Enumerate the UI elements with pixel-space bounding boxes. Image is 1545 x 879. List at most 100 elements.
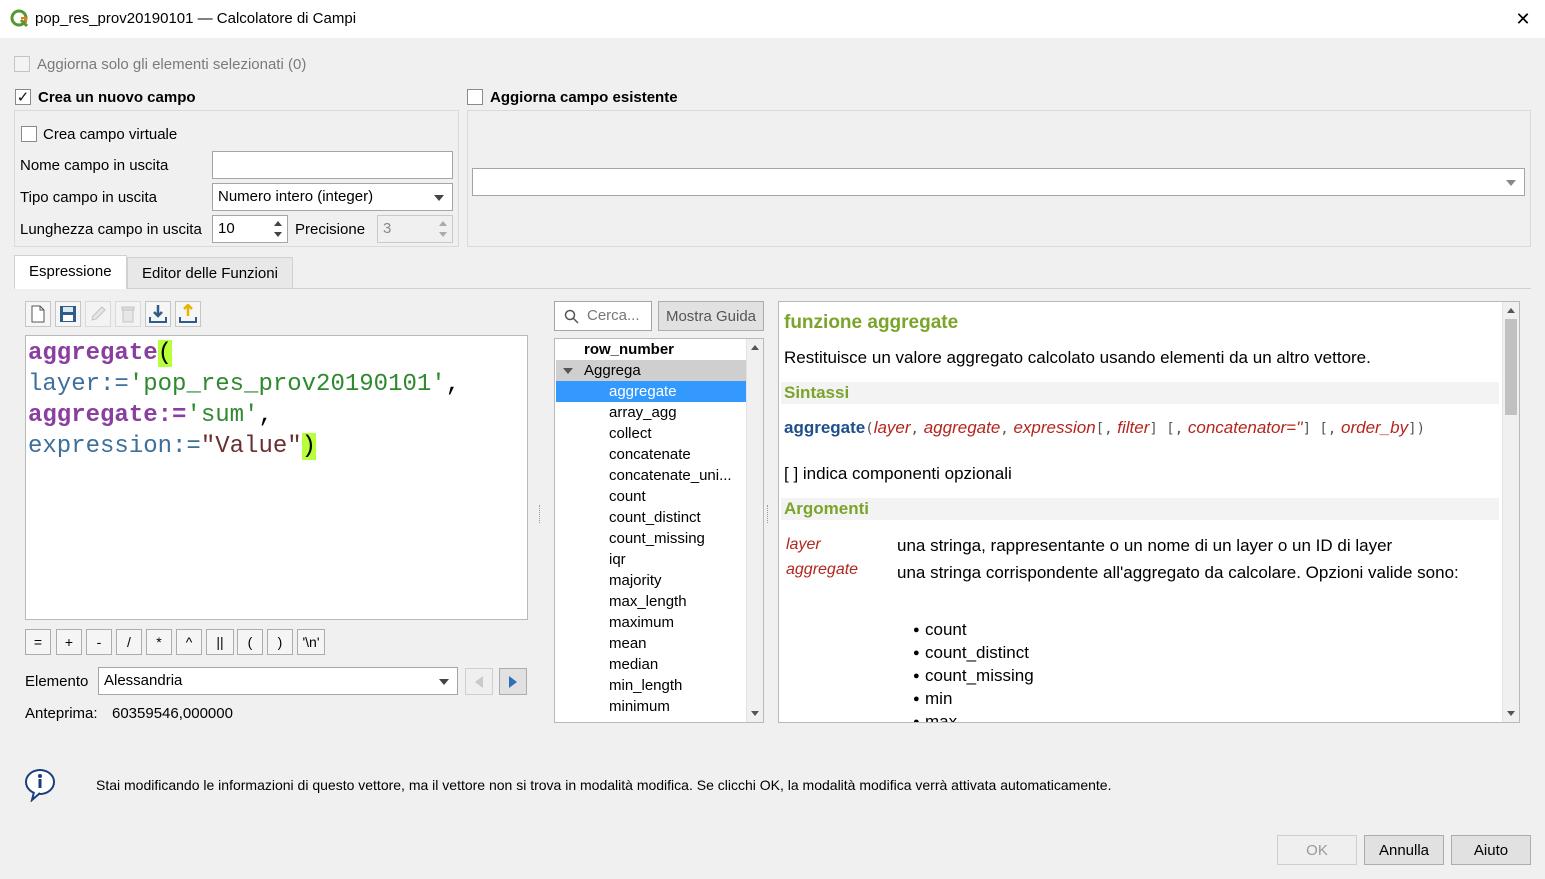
existing-field-select[interactable] [472,168,1525,196]
scroll-down-icon[interactable] [751,711,759,716]
tab-expression[interactable]: Espressione [14,255,127,289]
new-file-icon[interactable] [25,301,51,327]
output-length-spinbox[interactable]: 10 [212,215,288,243]
syntax-arg: aggregate [923,418,1001,437]
help-button[interactable]: Aiuto [1451,835,1531,865]
export-icon[interactable] [175,301,201,327]
splitter-handle[interactable] [539,505,542,523]
spin-up-icon[interactable] [436,218,450,229]
update-existing-checkbox[interactable] [467,89,483,105]
create-new-field-label: Crea un nuovo campo [38,89,196,106]
element-label: Elemento [25,673,89,690]
virtual-field-checkbox[interactable] [21,126,37,142]
expression-editor[interactable]: aggregate( layer:='pop_res_prov20190101'… [25,335,528,620]
update-existing-label: Aggiorna campo esistente [490,89,678,106]
tab-function-editor[interactable]: Editor delle Funzioni [127,257,293,288]
create-new-field-checkbox[interactable] [15,89,31,105]
chevron-down-icon [563,368,573,374]
delete-icon[interactable] [115,301,141,327]
operator-plus-button[interactable]: + [56,629,82,655]
tree-item[interactable]: min_length [556,675,747,696]
tree-item[interactable]: count_missing [556,528,747,549]
preview-value: 60359546,000000 [112,705,233,722]
spin-down-icon[interactable] [271,229,285,240]
operator-newline-button[interactable]: '\n' [297,629,325,655]
tree-scrollbar[interactable] [746,339,763,722]
precision-spinbox[interactable]: 3 [377,215,453,243]
syntax-punct: , [1000,421,1009,437]
syntax-arg: filter [1117,418,1150,437]
edit-icon[interactable] [85,301,111,327]
tree-item[interactable]: maximum [556,612,747,633]
tree-item[interactable]: count_distinct [556,507,747,528]
chevron-down-icon [1506,180,1516,186]
tree-item[interactable]: collect [556,423,747,444]
tree-item[interactable]: iqr [556,549,747,570]
spin-up-icon[interactable] [271,218,285,229]
tree-item[interactable]: concatenate_uni... [556,465,747,486]
expr-string: 'sum' [186,402,259,429]
next-feature-button[interactable] [499,668,527,695]
tree-group-aggrega[interactable]: Aggrega [556,360,747,381]
tree-item[interactable]: aggregate [556,381,747,402]
ok-button[interactable]: OK [1277,835,1357,865]
operator-multiply-button[interactable]: * [146,629,172,655]
element-value: Alessandria [104,672,183,689]
help-title: funzione aggregate [784,312,959,333]
info-icon [25,769,55,802]
tree-item[interactable]: majority [556,570,747,591]
scroll-down-icon[interactable] [1507,711,1515,716]
output-name-input[interactable] [212,151,453,179]
syntax-arg: expression [1013,418,1096,437]
chevron-down-icon [434,195,444,201]
syntax-punct: ] [, [1149,421,1184,437]
tree-item[interactable]: array_agg [556,402,747,423]
splitter-handle[interactable] [767,505,770,523]
operator-divide-button[interactable]: / [116,629,142,655]
expr-arg-layer: layer:= [28,371,129,398]
update-selected-checkbox[interactable] [14,56,30,72]
scrollbar-thumb[interactable] [1505,319,1517,415]
operator-close-paren-button[interactable]: ) [267,629,293,655]
tree-item[interactable]: minimum [556,696,747,717]
expr-arg-aggregate: aggregate:= [28,402,187,429]
help-scrollbar[interactable] [1502,302,1519,722]
tree-item[interactable]: concatenate [556,444,747,465]
tree-item[interactable]: median [556,654,747,675]
scroll-up-icon[interactable] [1507,308,1515,313]
expr-close-paren: ) [301,433,317,460]
function-search-input[interactable]: Cerca... [554,301,652,331]
tree-item[interactable]: count [556,486,747,507]
spin-down-icon[interactable] [436,229,450,240]
operator-equals-button[interactable]: = [25,629,51,655]
expr-function: aggregate [28,340,158,367]
import-icon[interactable] [145,301,171,327]
tree-item[interactable]: max_length [556,591,747,612]
info-message: Stai modificando le informazioni di ques… [96,777,1112,793]
arg-description: una stringa corrispondente all'aggregato… [897,563,1459,582]
window-title: pop_res_prov20190101 — Calcolatore di Ca… [35,10,357,27]
help-panel: funzione aggregate Restituisce un valore… [778,301,1520,723]
close-icon[interactable]: ✕ [1508,6,1538,32]
operator-power-button[interactable]: ^ [176,629,202,655]
function-tree[interactable]: row_number Aggrega aggregate array_agg col… [554,338,764,723]
output-type-select[interactable]: Numero intero (integer) [212,183,453,211]
save-icon[interactable] [55,301,81,327]
syntax-punct: [, [1095,421,1113,437]
operator-open-paren-button[interactable]: ( [237,629,263,655]
expr-comma: , [445,371,461,398]
show-help-button[interactable]: Mostra Guida [658,301,764,331]
cancel-button[interactable]: Annulla [1364,835,1444,865]
syntax-punct: ]) [1408,421,1425,437]
tree-item[interactable]: mean [556,633,747,654]
operator-concat-button[interactable]: || [206,629,234,655]
scroll-up-icon[interactable] [751,345,759,350]
expr-string: 'pop_res_prov20190101' [128,371,446,398]
expr-open-paren: ( [157,340,173,367]
previous-feature-button[interactable] [465,668,493,695]
expr-field: "Value" [200,433,302,460]
syntax-header: Sintassi [781,382,1499,404]
tree-item-row-number[interactable]: row_number [556,339,747,360]
operator-minus-button[interactable]: - [86,629,112,655]
element-select[interactable]: Alessandria [98,667,458,695]
